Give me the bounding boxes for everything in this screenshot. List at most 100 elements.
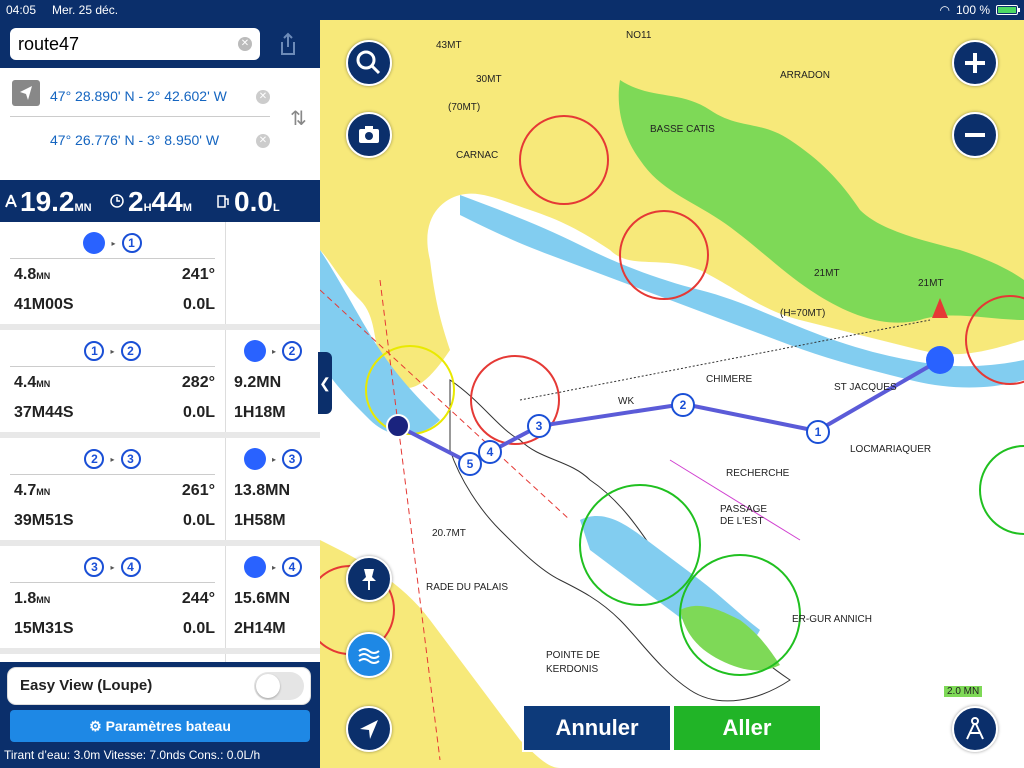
map-label: DE L'EST (720, 516, 764, 527)
battery-icon (996, 5, 1020, 15)
map-label: 21MT (918, 278, 944, 289)
leg-time: 37M44S (14, 404, 74, 421)
leg-row[interactable]: 3 ▸ 4 1.8MN 244° 15M31S 0.0L ▸ 4 15.6MN 2H1… (0, 546, 320, 654)
total-fuel: 0.0 (234, 186, 273, 217)
waypoint-marker[interactable]: 3 (527, 414, 551, 438)
map-label: WK (618, 396, 635, 407)
share-icon[interactable] (278, 32, 298, 56)
boat-position-icon (243, 556, 266, 578)
boat-position-icon (243, 340, 266, 362)
clock-icon (110, 194, 124, 208)
cumulative-distance: 13.8MN (234, 482, 291, 499)
zoom-out-button[interactable] (952, 112, 998, 158)
camera-button[interactable] (346, 112, 392, 158)
easy-view-label: Easy View (Loupe) (20, 677, 153, 694)
leg-time: 15M31S (14, 620, 74, 637)
waves-icon (358, 648, 380, 664)
total-time-minutes: 44 (151, 186, 183, 217)
zoom-in-button[interactable] (952, 40, 998, 86)
leg-fuel: 0.0L (182, 512, 215, 529)
leg-fuel: 0.0L (182, 296, 215, 313)
map-label: 43MT (436, 40, 462, 51)
location-arrow-icon[interactable] (12, 80, 40, 106)
leg-bearing: 282° (181, 374, 215, 391)
map-label: ST JACQUES (834, 382, 897, 393)
route-name-value: route47 (18, 34, 80, 54)
gear-icon: ⚙ (89, 718, 102, 734)
map-label: ER-GUR ANNICH (792, 614, 873, 625)
boat-settings-label: Paramètres bateau (105, 718, 231, 734)
leg-time: 39M51S (14, 512, 74, 529)
go-button[interactable]: Aller (672, 704, 822, 752)
waypoint-badge: 2 (84, 449, 105, 469)
boat-position-icon (83, 232, 106, 254)
map-label: BASSE CATIS (650, 124, 715, 135)
waypoint-badge: 3 (120, 449, 141, 469)
map-label: ARRADON (780, 70, 831, 81)
cumulative-time: 1H58M (234, 512, 286, 529)
status-date: Mer. 25 déc. (52, 3, 119, 17)
cumulative-time: 2H14M (234, 620, 286, 637)
camera-icon (359, 126, 379, 143)
map-label: POINTE DE (546, 650, 600, 661)
waypoint-marker[interactable]: 5 (458, 452, 482, 476)
nautical-chart[interactable]: 1 2 3 4 5 CARNAC BASSE CATIS ARRADON CHI… (320, 20, 1024, 768)
waypoint-badge: 1 (84, 341, 105, 361)
start-coordinate[interactable]: 47° 28.890' N - 2° 42.602' W (50, 88, 227, 104)
route-compass-icon (966, 717, 984, 740)
map-label: NO11 (626, 30, 652, 41)
route-mode-button[interactable] (952, 706, 998, 752)
route-action-bar: Annuler Aller (522, 704, 822, 752)
center-location-button[interactable] (346, 706, 392, 752)
destination-flag-icon[interactable] (386, 414, 410, 438)
pin-button[interactable] (346, 556, 392, 602)
map-label: CARNAC (456, 150, 499, 161)
route-header: route47 ✕ (0, 20, 320, 68)
leg-bearing: 241° (181, 266, 215, 283)
map-label: 30MT (476, 74, 502, 85)
swap-icon[interactable]: ⇅ (290, 106, 307, 131)
clear-end-icon[interactable]: ✕ (256, 134, 270, 148)
leg-distance: 4.8 (14, 266, 37, 283)
leg-distance: 4.4 (14, 374, 37, 391)
clear-icon[interactable]: ✕ (238, 37, 252, 51)
map-label: LOCMARIAQUER (850, 444, 932, 455)
cancel-button[interactable]: Annuler (522, 704, 672, 752)
compass-icon (5, 194, 17, 208)
leg-bearing: 244° (181, 590, 215, 607)
cumulative-time: 1H18M (234, 404, 286, 421)
waypoint-badge: 4 (120, 557, 141, 577)
clear-start-icon[interactable]: ✕ (256, 90, 270, 104)
leg-row[interactable]: 2 ▸ 3 4.7MN 261° 39M51S 0.0L ▸ 3 13.8MN 1H5… (0, 438, 320, 546)
total-time-hours: 2 (128, 186, 144, 217)
layers-button[interactable] (346, 632, 392, 678)
easy-view-toggle[interactable] (254, 672, 304, 700)
route-name-input[interactable]: route47 ✕ (10, 28, 260, 60)
total-distance: 19.2 (20, 186, 75, 217)
route-totals: 19.2MN 2H44M 0.0L (0, 180, 320, 222)
waypoint-badge: 2 (120, 341, 141, 361)
waypoint-marker[interactable]: 2 (671, 393, 695, 417)
leg-row[interactable]: 1 ▸ 2 4.4MN 282° 37M44S 0.0L ▸ 2 9.2MN 1H18… (0, 330, 320, 438)
boat-summary: Tirant d’eau: 3.0m Vitesse: 7.0nds Cons.… (4, 748, 261, 762)
plus-icon (965, 53, 985, 73)
fuel-icon (217, 195, 229, 208)
cumulative-distance: 9.2MN (234, 374, 282, 391)
boat-settings-button[interactable]: ⚙ Paramètres bateau (10, 710, 310, 742)
legs-list[interactable]: ▸ 1 4.8MN 241° 41M00S 0.0L 1 ▸ 2 4.4MN 282°… (0, 222, 320, 682)
map-label: RECHERCHE (726, 468, 790, 479)
map-label: RADE DU PALAIS (426, 582, 509, 593)
waypoint-marker[interactable]: 1 (806, 420, 830, 444)
end-coordinate[interactable]: 47° 26.776' N - 3° 8.950' W (50, 132, 219, 148)
leg-bearing: 261° (181, 482, 215, 499)
collapse-panel-handle[interactable]: ❮ (318, 352, 332, 414)
cumulative-distance: 15.6MN (234, 590, 291, 607)
map-label: 21MT (814, 268, 840, 279)
map-label: KERDONIS (546, 664, 599, 675)
navigation-arrow-icon (360, 720, 378, 739)
leg-row[interactable]: ▸ 1 4.8MN 241° 41M00S 0.0L (0, 222, 320, 330)
easy-view-row: Easy View (Loupe) (8, 668, 310, 704)
route-endpoints: 47° 28.890' N - 2° 42.602' W ✕ 47° 26.77… (0, 68, 320, 180)
waypoint-badge: 2 (282, 341, 302, 361)
search-button[interactable] (346, 40, 392, 86)
